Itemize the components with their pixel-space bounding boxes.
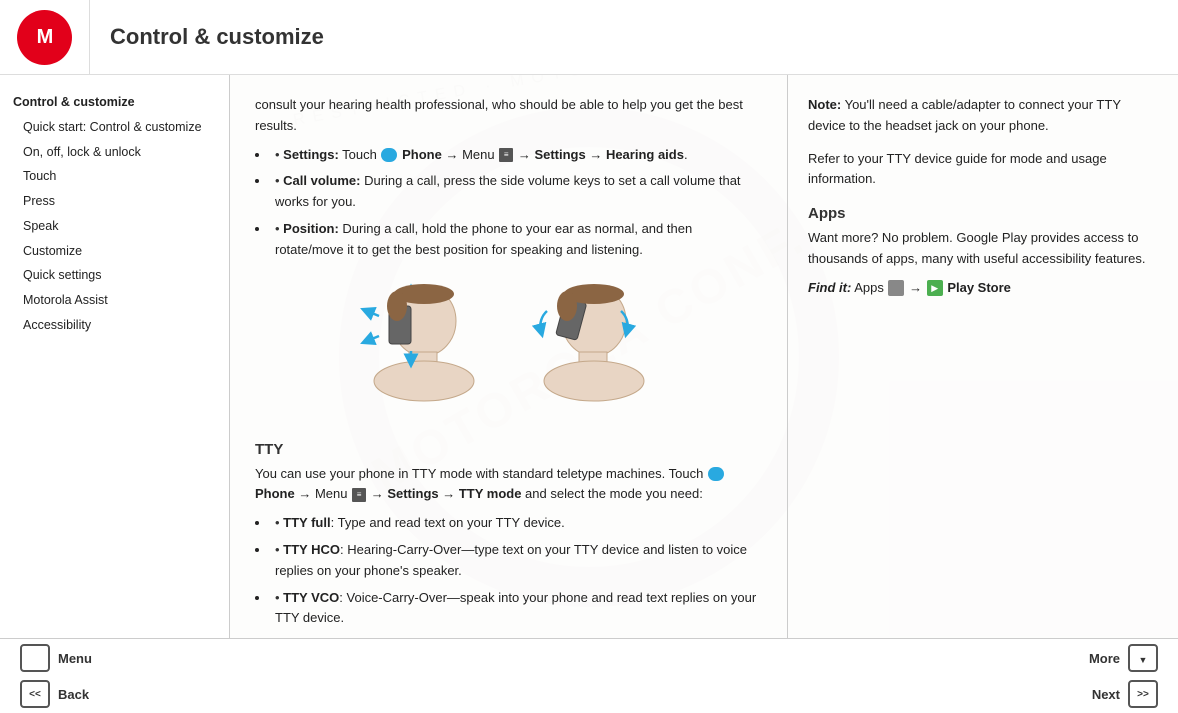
sidebar-item-quick-settings[interactable]: Quick settings (8, 263, 221, 288)
note-label: Note: (808, 97, 841, 112)
refer-text: Refer to your TTY device guide for mode … (808, 149, 1158, 191)
tty-hco-label: TTY HCO (283, 542, 340, 557)
intro-text: consult your hearing health professional… (255, 95, 762, 137)
bullet-position-label: Position: (283, 221, 339, 236)
sidebar-item-quick-start[interactable]: Quick start: Control & customize (8, 115, 221, 140)
bullet-settings: Settings: Touch Phone → Menu ≡ → Setting… (270, 145, 762, 166)
chevron-down-icon (1139, 651, 1148, 666)
tty-settings-text: Settings → TTY mode (387, 486, 521, 501)
find-it-text: Find it: Apps → ▶ Play Store (808, 278, 1158, 299)
menu-icon-btn (20, 644, 50, 672)
chevron-left-icon (29, 688, 41, 700)
sidebar: Control & customize Quick start: Control… (0, 75, 230, 638)
content-area: consult your hearing health professional… (230, 75, 1178, 638)
back-button[interactable]: Back (20, 680, 92, 708)
find-label: Find it: (808, 280, 851, 295)
sidebar-item-customize[interactable]: Customize (8, 239, 221, 264)
bullet-tty-vco: TTY VCO: Voice-Carry-Over—speak into you… (270, 588, 762, 630)
logo-area: M (0, 0, 90, 74)
main-layout: Control & customize Quick start: Control… (0, 75, 1178, 638)
bullet-tty-hco: TTY HCO: Hearing-Carry-Over—type text on… (270, 540, 762, 582)
page-title: Control & customize (110, 24, 324, 50)
menu-button[interactable]: Menu (20, 644, 92, 672)
bullet-position: Position: During a call, hold the phone … (270, 219, 762, 261)
menu-icon-2: ≡ (352, 488, 366, 502)
header: M Control & customize (0, 0, 1178, 75)
bullet-call-volume: Call volume: During a call, press the si… (270, 171, 762, 213)
bottom-bar: Menu Back More Next (0, 638, 1178, 713)
settings-bullets: Settings: Touch Phone → Menu ≡ → Setting… (270, 145, 762, 261)
motorola-logo: M (17, 10, 72, 65)
sidebar-item-speak[interactable]: Speak (8, 214, 221, 239)
playstore-icon: ▶ (927, 280, 943, 296)
menu-label: Menu (58, 651, 92, 666)
tty-vco-label: TTY VCO (283, 590, 339, 605)
play-store-text: Play Store (947, 280, 1011, 295)
bullet-tty-full: TTY full: Type and read text on your TTY… (270, 513, 762, 534)
bottom-right-buttons: More Next (1089, 644, 1158, 708)
tty-bullets: TTY full: Type and read text on your TTY… (270, 513, 762, 629)
next-label: Next (1092, 687, 1120, 702)
phone-illustration-container (255, 281, 762, 421)
bullet-callvol-label: Call volume: (283, 173, 360, 188)
next-icon (1128, 680, 1158, 708)
tty-title: TTY (255, 441, 762, 458)
chevron-right-icon (1137, 688, 1149, 700)
phone-text-2: Phone (255, 486, 295, 501)
back-label: Back (58, 687, 89, 702)
apps-text: Want more? No problem. Google Play provi… (808, 228, 1158, 270)
tty-full-label: TTY full (283, 515, 330, 530)
apps-icon (888, 280, 904, 296)
phone-position-illustration (339, 281, 679, 421)
bullet-settings-label: Settings: (283, 147, 339, 162)
sidebar-item-touch[interactable]: Touch (8, 164, 221, 189)
menu-icon-1: ≡ (499, 148, 513, 162)
back-icon (20, 680, 50, 708)
phone-icon-2 (708, 467, 724, 481)
note-text: Note: You'll need a cable/adapter to con… (808, 95, 1158, 137)
sidebar-item-on-off[interactable]: On, off, lock & unlock (8, 140, 221, 165)
right-panel: Note: You'll need a cable/adapter to con… (788, 75, 1178, 638)
sidebar-item-accessibility[interactable]: Accessibility (8, 313, 221, 338)
bottom-left-buttons: Menu Back (20, 644, 92, 708)
phone-text-1: Phone (402, 147, 442, 162)
sidebar-item-motorola-assist[interactable]: Motorola Assist (8, 288, 221, 313)
phone-icon-1 (381, 148, 397, 162)
settings-text: Settings → Hearing aids (534, 147, 684, 162)
apps-title: Apps (808, 205, 1158, 222)
main-content-panel: consult your hearing health professional… (230, 75, 788, 638)
more-label: More (1089, 651, 1120, 666)
svg-text:M: M (36, 26, 53, 48)
more-button[interactable]: More (1089, 644, 1158, 672)
next-button[interactable]: Next (1092, 680, 1158, 708)
tty-intro: You can use your phone in TTY mode with … (255, 464, 762, 506)
sidebar-item-control-customize[interactable]: Control & customize (8, 90, 221, 115)
sidebar-item-press[interactable]: Press (8, 189, 221, 214)
more-icon (1128, 644, 1158, 672)
